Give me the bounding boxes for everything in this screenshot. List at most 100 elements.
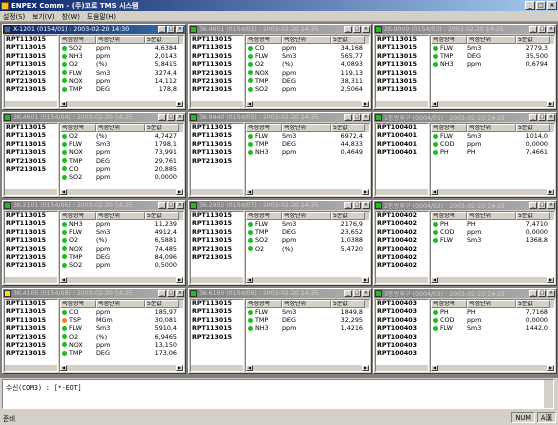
col-value-header[interactable]: 5분값 bbox=[331, 212, 365, 220]
scroll-left-icon[interactable]: ◀ bbox=[431, 189, 438, 195]
report-list-item[interactable]: RPT100401 bbox=[376, 124, 428, 132]
monitor-window[interactable]: 3K-6160 (0154/09) : 2003-02-20 14:25 _ □ × R… bbox=[188, 288, 372, 374]
window-titlebar[interactable]: 1동방류구 (0004/01) : 2003-02-20 14:25 _ □ × bbox=[374, 113, 556, 122]
menu-view[interactable]: 보기(V) bbox=[32, 11, 54, 21]
report-list-item[interactable]: RPT113015 bbox=[191, 317, 243, 325]
window-titlebar[interactable]: 3K-4105 (0154/08) : 2003-02-20 14:25 _ □ × bbox=[3, 289, 185, 298]
window-maximize-button[interactable]: □ bbox=[353, 114, 361, 121]
scroll-left-icon[interactable]: ◀ bbox=[431, 277, 438, 283]
report-list-scrollbar[interactable] bbox=[191, 364, 243, 371]
monitor-window[interactable]: 3K-4601 (0154/04) : 2003-02-20 14:25 _ □ × R… bbox=[2, 112, 186, 198]
table-scrollbar[interactable]: ◀ ▶ bbox=[246, 100, 369, 107]
col-unit-header[interactable]: 측정단위 bbox=[282, 212, 331, 220]
report-list-item[interactable]: RPT113015 bbox=[191, 132, 243, 140]
col-value-header[interactable]: 5분값 bbox=[145, 212, 179, 220]
table-row[interactable]: O2 (%) 5,8415 bbox=[60, 60, 183, 68]
window-titlebar[interactable]: 3K-9440 (0154/05) : 2003-02-20 14:25 _ □ × bbox=[189, 113, 371, 122]
scroll-right-icon[interactable]: ▶ bbox=[547, 189, 554, 195]
report-list-item[interactable]: RPT113015 bbox=[191, 237, 243, 245]
col-value-header[interactable]: 5분값 bbox=[145, 124, 179, 132]
col-value-header[interactable]: 5분값 bbox=[331, 36, 365, 44]
table-scrollbar[interactable]: ◀ ▶ bbox=[246, 276, 369, 283]
monitor-window[interactable]: 3K-4105 (0154/08) : 2003-02-20 14:25 _ □ × R… bbox=[2, 288, 186, 374]
window-minimize-button[interactable]: _ bbox=[344, 26, 352, 33]
table-scrollbar[interactable]: ◀ ▶ bbox=[60, 364, 183, 371]
col-item-header[interactable]: 측정항목 bbox=[60, 212, 96, 220]
window-minimize-button[interactable]: _ bbox=[344, 202, 352, 209]
report-list-item[interactable]: RPT213015 bbox=[5, 334, 57, 342]
report-list[interactable]: RPT100401 RPT100401 RPT100401 RPT100401 bbox=[375, 123, 429, 196]
table-scrollbar[interactable]: ◀ ▶ bbox=[431, 188, 554, 195]
report-list[interactable]: RPT113015 RPT113015 RPT113015 RPT113015 RPT1… bbox=[375, 35, 429, 108]
report-list-item[interactable]: RPT213015 bbox=[5, 158, 57, 166]
window-close-button[interactable]: × bbox=[547, 26, 555, 33]
table-row[interactable]: COD ppm 0,0000 bbox=[431, 316, 554, 324]
table-row[interactable]: TMP DEG 173,06 bbox=[60, 349, 183, 357]
scroll-right-icon[interactable]: ▶ bbox=[547, 101, 554, 107]
report-list-item[interactable]: RPT213015 bbox=[5, 350, 57, 358]
report-list[interactable]: RPT113015 RPT113015 RPT113015 RPT113015 RPT2… bbox=[190, 299, 244, 372]
report-list-item[interactable]: RPT113015 bbox=[191, 124, 243, 132]
col-value-header[interactable]: 5분값 bbox=[331, 124, 365, 132]
table-row[interactable]: FLW Sm3 565,77 bbox=[246, 52, 369, 60]
table-row[interactable]: FLW Sm3 4912,4 bbox=[60, 228, 183, 236]
report-list-item[interactable]: RPT113015 bbox=[5, 229, 57, 237]
col-unit-header[interactable]: 측정단위 bbox=[467, 212, 516, 220]
report-list-item[interactable]: RPT100402 bbox=[376, 246, 428, 254]
table-row[interactable]: TMP DEG 32,295 bbox=[246, 316, 369, 324]
report-list-scrollbar[interactable] bbox=[191, 188, 243, 195]
monitor-window[interactable]: 1동방류구 (0004/01) : 2003-02-20 14:25 _ □ × RPT… bbox=[373, 112, 557, 198]
window-minimize-button[interactable]: _ bbox=[529, 114, 537, 121]
measurement-table[interactable]: 측정항목 측정단위 5분값 SO2 ppm 4,6384 NH3 ppm 2,0143 O2 (%)… bbox=[59, 35, 184, 108]
monitor-window[interactable]: 3K-9440 (0154/05) : 2003-02-20 14:25 _ □ × R… bbox=[188, 112, 372, 198]
table-row[interactable]: TMP DEG 23,652 bbox=[246, 228, 369, 236]
window-maximize-button[interactable]: □ bbox=[167, 290, 175, 297]
window-titlebar[interactable]: 3K-2902 (0154/07) : 2003-02-20 14:25 _ □ × bbox=[189, 201, 371, 210]
table-scrollbar[interactable]: ◀ ▶ bbox=[431, 100, 554, 107]
table-row[interactable]: NOX ppm 13,150 bbox=[60, 341, 183, 349]
table-row[interactable]: NOX ppm 74,485 bbox=[60, 245, 183, 253]
report-list-item[interactable]: RPT113015 bbox=[5, 132, 57, 140]
report-list-item[interactable]: RPT100403 bbox=[376, 334, 428, 342]
col-value-header[interactable]: 5분값 bbox=[331, 300, 365, 308]
report-list-item[interactable]: RPT213015 bbox=[191, 86, 243, 94]
col-item-header[interactable]: 측정항목 bbox=[60, 36, 96, 44]
window-maximize-button[interactable]: □ bbox=[538, 290, 546, 297]
report-list-item[interactable]: RPT213015 bbox=[5, 342, 57, 350]
table-row[interactable]: NOX ppm 14,112 bbox=[60, 77, 183, 85]
table-row[interactable]: SO2 ppm 4,6384 bbox=[60, 44, 183, 52]
report-list-item[interactable]: RPT213015 bbox=[191, 246, 243, 254]
report-list-scrollbar[interactable] bbox=[191, 100, 243, 107]
col-value-header[interactable]: 5분값 bbox=[516, 212, 550, 220]
col-item-header[interactable]: 측정항목 bbox=[246, 124, 282, 132]
col-unit-header[interactable]: 측정단위 bbox=[467, 300, 516, 308]
window-close-button[interactable]: × bbox=[547, 202, 555, 209]
report-list-item[interactable]: RPT213015 bbox=[5, 254, 57, 262]
table-row[interactable]: FLW Sm3 5910,4 bbox=[60, 324, 183, 332]
window-maximize-button[interactable]: □ bbox=[353, 26, 361, 33]
report-list-item[interactable]: RPT213015 bbox=[5, 246, 57, 254]
table-row[interactable]: SO2 ppm 0,0000 bbox=[60, 173, 183, 181]
table-row[interactable]: PH PH 7,7168 bbox=[431, 308, 554, 316]
scroll-right-icon[interactable]: ▶ bbox=[547, 365, 554, 371]
window-titlebar[interactable]: 2동방류구 (0004/02) : 2003-02-20 14:25 _ □ × bbox=[374, 201, 556, 210]
table-row[interactable]: FLW Sm3 1442,0 bbox=[431, 324, 554, 332]
window-close-button[interactable]: × bbox=[547, 114, 555, 121]
report-list-item[interactable]: RPT113015 bbox=[191, 149, 243, 157]
table-scrollbar[interactable]: ◀ ▶ bbox=[60, 100, 183, 107]
table-row[interactable]: TMP DEG 29,761 bbox=[60, 157, 183, 165]
report-list-item[interactable]: RPT113015 bbox=[5, 220, 57, 228]
window-titlebar[interactable]: 3동방류구 (0004/03) : 2003-02-20 14:25 _ □ × bbox=[374, 289, 556, 298]
scroll-right-icon[interactable]: ▶ bbox=[176, 101, 183, 107]
table-row[interactable]: NH3 ppm 0,4649 bbox=[246, 148, 369, 156]
report-list-item[interactable]: RPT113015 bbox=[5, 53, 57, 61]
scroll-right-icon[interactable]: ▶ bbox=[362, 189, 369, 195]
window-maximize-button[interactable]: □ bbox=[167, 26, 175, 33]
table-row[interactable]: CO ppm 20,885 bbox=[60, 165, 183, 173]
table-row[interactable]: NH3 ppm 11,239 bbox=[60, 220, 183, 228]
table-row[interactable]: O2 (%) 5,4720 bbox=[246, 245, 369, 253]
measurement-table[interactable]: 측정항목 측정단위 5분값 CO ppm 34,168 FLW Sm3 565,77 O2 (%) 4… bbox=[245, 35, 370, 108]
report-list-item[interactable]: RPT100402 bbox=[376, 262, 428, 270]
col-item-header[interactable]: 측정항목 bbox=[246, 36, 282, 44]
report-list-item[interactable]: RPT113015 bbox=[191, 141, 243, 149]
